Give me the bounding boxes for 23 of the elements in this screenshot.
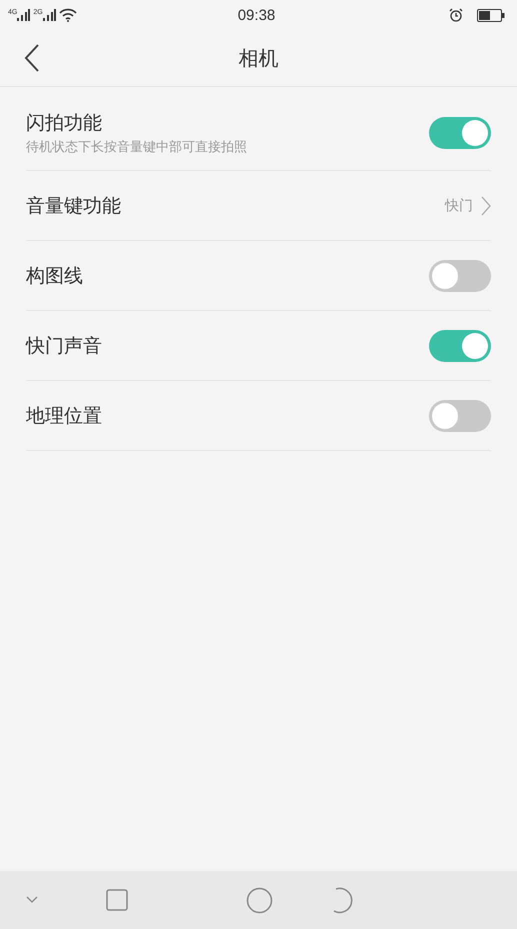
setting-label: 构图线 bbox=[26, 264, 83, 288]
setting-label: 地理位置 bbox=[26, 404, 102, 428]
setting-label: 音量键功能 bbox=[26, 194, 121, 218]
chevron-right-icon bbox=[481, 196, 491, 216]
status-time: 09:38 bbox=[238, 6, 276, 24]
square-icon[interactable] bbox=[106, 889, 128, 911]
signal-icon bbox=[17, 9, 30, 21]
setting-description: 待机状态下长按音量键中部可直接拍照 bbox=[26, 138, 247, 156]
page-title: 相机 bbox=[238, 44, 278, 72]
toggle-switch[interactable] bbox=[429, 400, 491, 432]
toggle-switch[interactable] bbox=[429, 260, 491, 292]
toggle-switch[interactable] bbox=[429, 330, 491, 362]
alarm-icon bbox=[448, 8, 463, 22]
signal-icon bbox=[42, 9, 56, 21]
chevron-down-icon[interactable] bbox=[26, 896, 38, 904]
setting-value-link[interactable]: 快门 bbox=[445, 196, 491, 216]
battery-icon bbox=[476, 8, 505, 22]
circle-icon[interactable] bbox=[246, 886, 273, 914]
toggle-switch[interactable] bbox=[429, 116, 491, 148]
setting-label: 快门声音 bbox=[26, 334, 102, 358]
wifi-icon bbox=[58, 8, 77, 22]
arc-icon[interactable] bbox=[331, 886, 355, 914]
setting-label: 闪拍功能 bbox=[26, 110, 103, 136]
